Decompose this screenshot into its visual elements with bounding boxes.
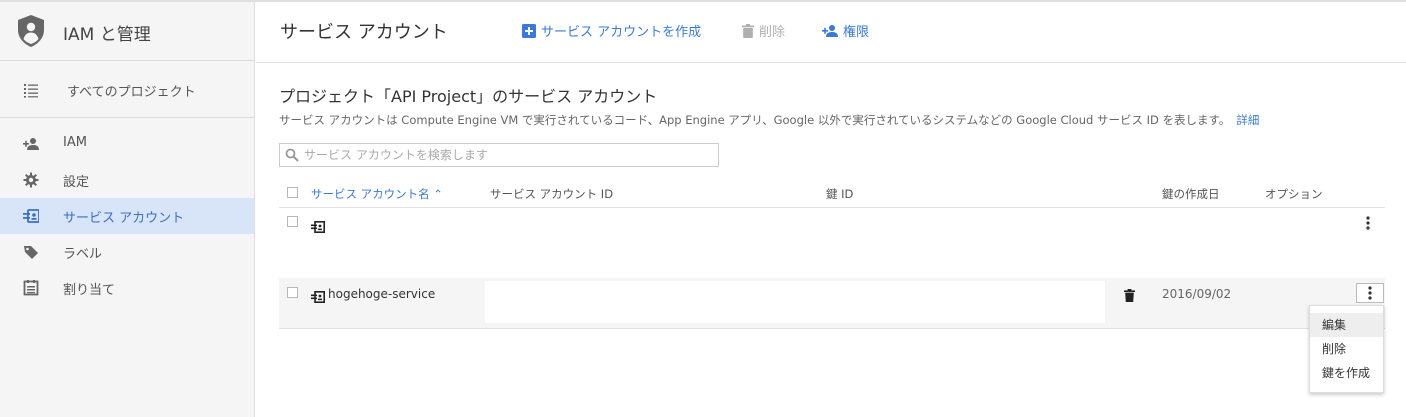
menu-item-create-key[interactable]: 鍵を作成	[1310, 361, 1383, 385]
quota-icon	[23, 280, 39, 296]
column-header-key-id: 鍵 ID	[826, 187, 854, 201]
gear-icon	[23, 172, 39, 188]
details-link[interactable]: 詳細	[1236, 113, 1259, 127]
search-box	[279, 143, 719, 167]
permissions-button-label: 権限	[843, 25, 870, 40]
description-text: サービス アカウントは Compute Engine VM で実行されているコー…	[279, 113, 1231, 127]
sidebar-item-iam[interactable]: IAM	[0, 126, 254, 162]
menu-item-delete[interactable]: 削除	[1310, 337, 1383, 361]
sidebar-item-label: 設定	[63, 175, 90, 190]
person-add-icon	[822, 24, 838, 37]
row-checkbox[interactable]	[287, 216, 298, 227]
sidebar-item-labels[interactable]: ラベル	[0, 234, 254, 270]
column-header-options: オプション	[1265, 187, 1323, 201]
service-account-id-cell	[485, 281, 1105, 323]
person-add-icon	[23, 136, 39, 152]
sidebar-item-all-projects[interactable]: すべてのプロジェクト	[0, 72, 254, 108]
column-header-name[interactable]: サービス アカウント名 ⌃	[311, 186, 443, 202]
page-header: サービス アカウント サービス アカウントを作成 削除 権限	[256, 2, 1406, 63]
column-header-id: サービス アカウント ID	[490, 187, 614, 201]
sidebar-item-quotas[interactable]: 割り当て	[0, 270, 254, 306]
delete-button-label: 削除	[759, 25, 786, 40]
sidebar-item-label: サービス アカウント	[63, 211, 185, 226]
key-created-date: 2016/09/02	[1162, 287, 1232, 301]
sidebar-item-label: すべてのプロジェクト	[67, 85, 196, 100]
description: サービス アカウントは Compute Engine VM で実行されているコー…	[279, 112, 1259, 128]
table-header-divider	[279, 207, 1385, 208]
sidebar-item-label: 割り当て	[63, 283, 116, 298]
row-checkbox[interactable]	[287, 287, 298, 298]
iam-shield-icon	[18, 15, 44, 47]
sidebar-divider	[0, 117, 254, 118]
create-button-label: サービス アカウントを作成	[541, 25, 702, 40]
service-account-icon	[311, 288, 325, 303]
service-account-icon	[311, 218, 325, 233]
search-input[interactable]	[304, 146, 704, 164]
delete-key-trash-icon[interactable]	[1124, 287, 1135, 306]
sidebar-divider	[0, 60, 254, 61]
column-header-key-created: 鍵の作成日	[1162, 187, 1220, 201]
tag-icon	[23, 244, 39, 260]
sidebar: IAM と管理 すべてのプロジェクト IAM 設定 サービス アカウント ラベル…	[0, 2, 255, 417]
trash-icon	[742, 23, 754, 38]
create-service-account-button[interactable]: サービス アカウントを作成	[522, 21, 701, 40]
search-icon	[285, 148, 299, 162]
row-options-kebab-icon[interactable]	[1358, 213, 1378, 233]
sidebar-item-label: IAM	[63, 135, 87, 150]
product-header: IAM と管理	[0, 2, 254, 60]
row-options-menu: 編集 削除 鍵を作成	[1309, 305, 1384, 393]
delete-button[interactable]: 削除	[742, 21, 785, 40]
page-title: サービス アカウント	[280, 22, 448, 43]
sidebar-item-service-accounts[interactable]: サービス アカウント	[0, 198, 254, 234]
menu-item-edit[interactable]: 編集	[1310, 313, 1383, 337]
row-options-kebab-icon[interactable]	[1356, 283, 1384, 303]
add-box-icon	[522, 23, 536, 38]
section-title: プロジェクト「API Project」のサービス アカウント	[279, 87, 658, 106]
list-icon	[23, 82, 39, 98]
select-all-checkbox[interactable]	[287, 187, 298, 198]
sidebar-item-label: ラベル	[63, 247, 103, 262]
row-name: hogehoge-service	[328, 287, 436, 301]
product-title: IAM と管理	[63, 25, 151, 45]
permissions-button[interactable]: 権限	[822, 21, 869, 40]
sidebar-item-settings[interactable]: 設定	[0, 162, 254, 198]
service-account-icon	[23, 208, 40, 224]
